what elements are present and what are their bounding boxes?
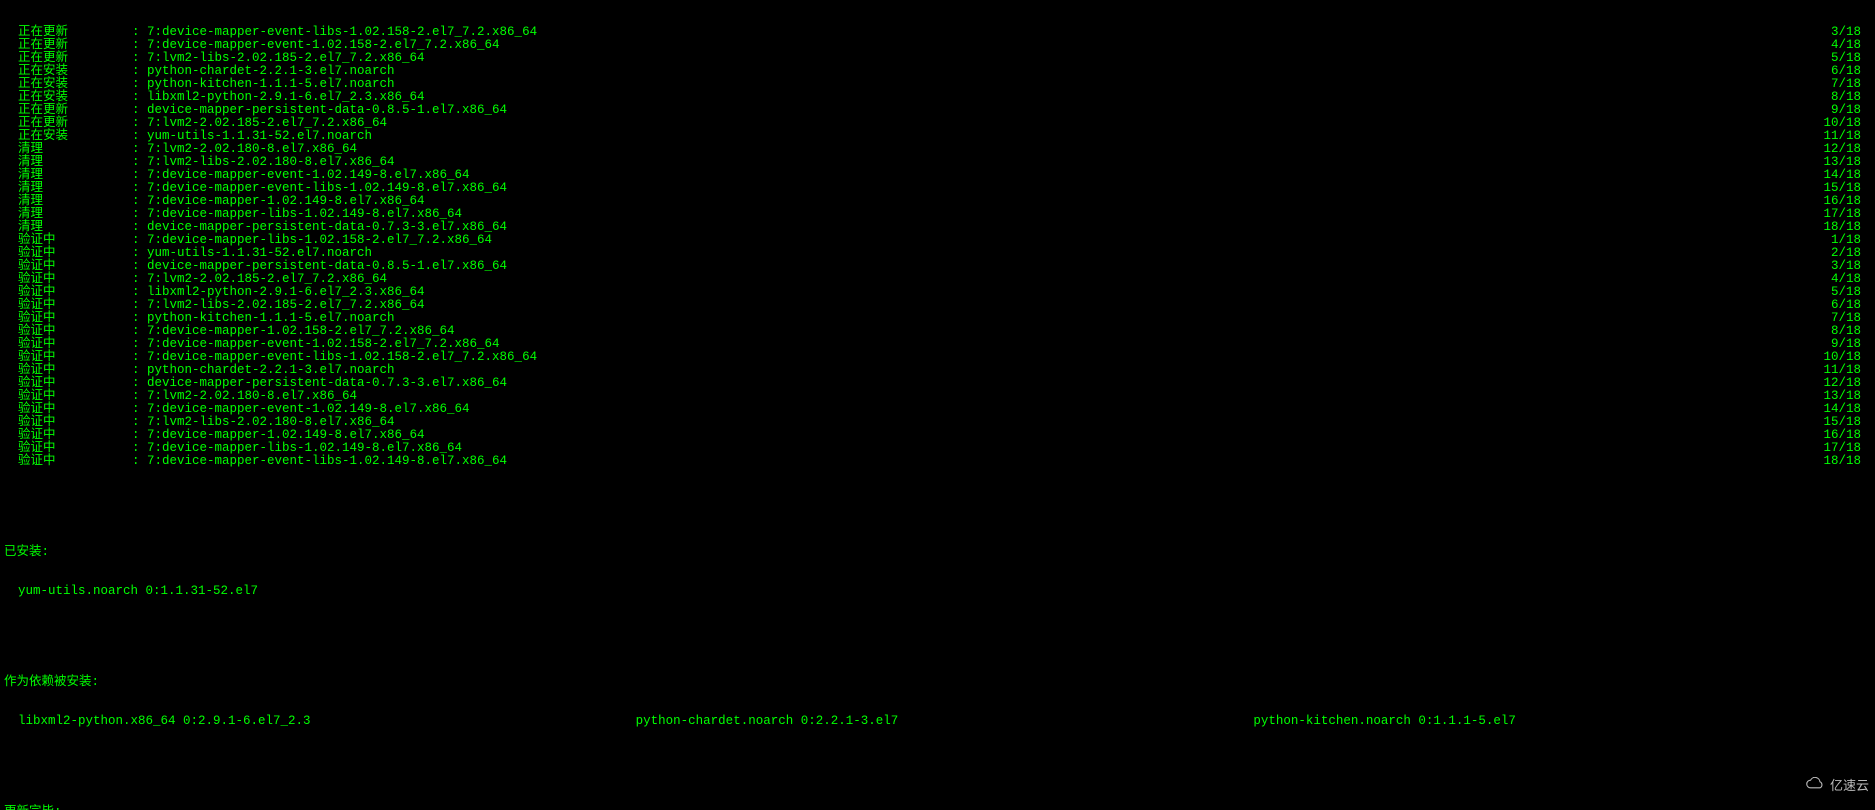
progress-package: : device-mapper-persistent-data-0.7.3-3.… (132, 377, 1801, 390)
progress-package: : 7:device-mapper-libs-1.02.158-2.el7_7.… (132, 234, 1801, 247)
progress-count: 18/18 (1801, 455, 1871, 468)
dep-installed-item: python-kitchen.noarch 0:1.1.1-5.el7 (1253, 715, 1871, 728)
installed-header: 已安装: (4, 546, 1871, 559)
dep-installed-item: libxml2-python.x86_64 0:2.9.1-6.el7_2.3 (18, 715, 636, 728)
progress-package: : 7:device-mapper-event-libs-1.02.149-8.… (132, 455, 1801, 468)
terminal-output[interactable]: 正在更新: 7:device-mapper-event-libs-1.02.15… (0, 0, 1875, 810)
progress-status: 验证中 (18, 455, 132, 468)
cloud-icon (1782, 764, 1826, 806)
blank-line (4, 624, 1871, 637)
progress-row: 验证中: 7:device-mapper-event-libs-1.02.149… (4, 455, 1871, 468)
blank-line (4, 754, 1871, 767)
dep-installed-row: libxml2-python.x86_64 0:2.9.1-6.el7_2.3 … (4, 715, 1871, 728)
watermark: 亿速云 (1782, 764, 1869, 806)
dep-installed-item: python-chardet.noarch 0:2.2.1-3.el7 (636, 715, 1254, 728)
updated-header: 更新完毕: (4, 806, 1871, 810)
dep-installed-header: 作为依赖被安装: (4, 676, 1871, 689)
installed-item: yum-utils.noarch 0:1.1.31-52.el7 (4, 585, 1871, 598)
progress-package: : yum-utils-1.1.31-52.el7.noarch (132, 130, 1801, 143)
progress-package: : 7:lvm2-2.02.185-2.el7_7.2.x86_64 (132, 117, 1801, 130)
watermark-text: 亿速云 (1830, 779, 1869, 792)
blank-line (4, 494, 1871, 507)
